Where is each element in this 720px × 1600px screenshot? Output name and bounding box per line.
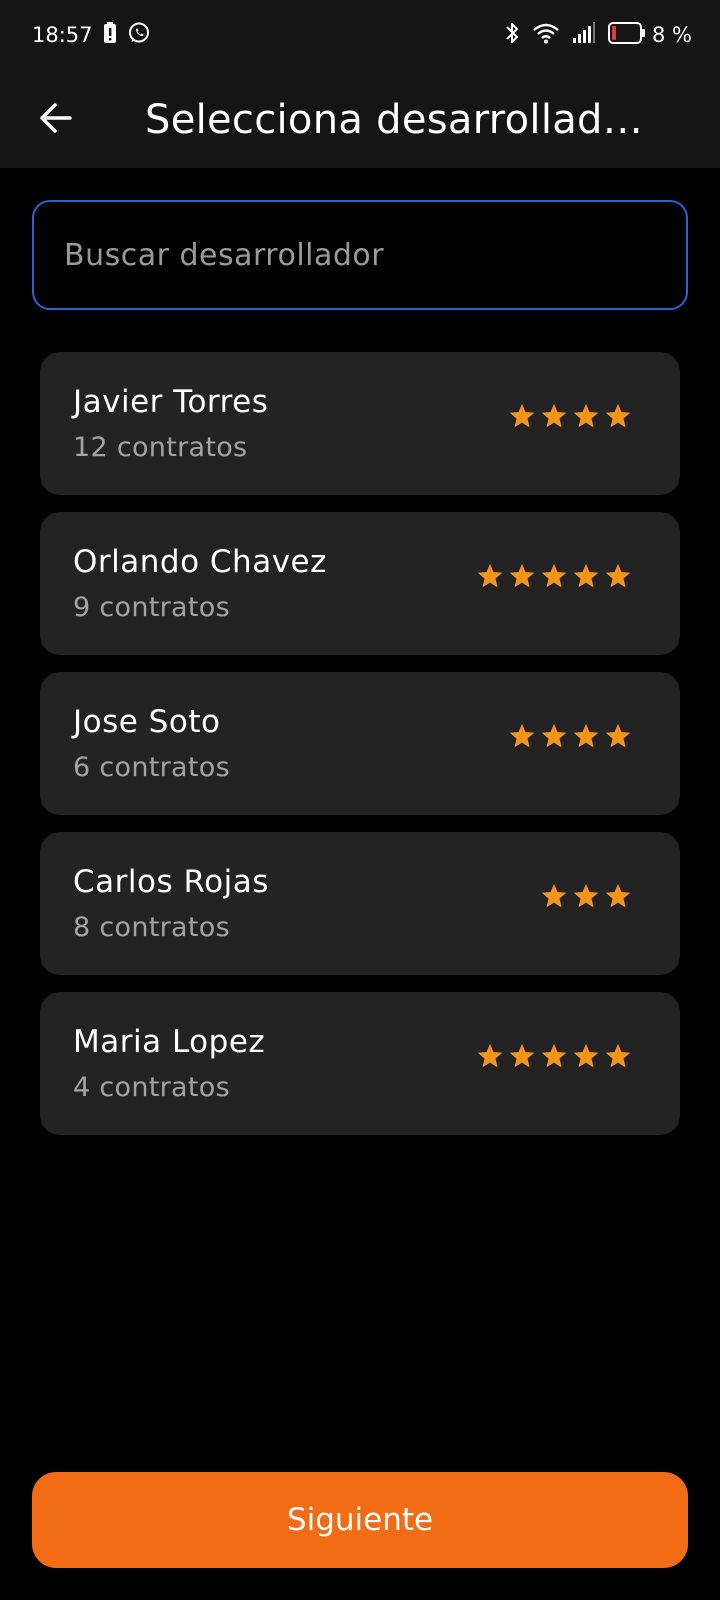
developer-card[interactable]: Carlos Rojas 8 contratos [40,832,680,975]
bluetooth-icon [504,21,520,50]
status-right: 8 % [504,21,692,50]
star-icon [509,723,535,748]
star-icon [605,1043,631,1068]
arrow-back-icon [36,98,76,142]
signal-icon [572,21,596,49]
status-bar: 18:57 8 % [0,0,720,70]
developer-card[interactable]: Jose Soto 6 contratos [40,672,680,815]
search-box[interactable] [32,200,688,310]
star-icon [541,1043,567,1068]
battery-icon [608,21,646,49]
developer-contracts: 12 contratos [73,432,248,463]
rating-stars [508,722,632,750]
developer-name: Jose Soto [73,704,221,740]
star-icon [477,563,503,588]
whatsapp-icon [127,21,151,50]
wifi-icon [532,21,560,50]
developer-contracts: 9 contratos [73,592,230,623]
developer-name: Javier Torres [73,384,269,420]
search-input[interactable] [34,202,686,308]
developer-card[interactable]: Orlando Chavez 9 contratos [40,512,680,655]
star-icon [509,403,535,428]
rating-stars [476,562,632,590]
rating-stars [540,882,632,910]
star-icon [573,403,599,428]
star-icon [605,563,631,588]
star-icon [573,723,599,748]
battery-alert-icon [103,21,117,49]
rating-stars [476,1042,632,1070]
star-icon [605,403,631,428]
star-icon [573,883,599,908]
developer-name: Maria Lopez [73,1024,266,1060]
next-button[interactable]: Siguiente [32,1472,688,1568]
page-title: Selecciona desarrollad… [145,97,644,143]
star-icon [541,563,567,588]
star-icon [477,1043,503,1068]
developer-contracts: 8 contratos [73,912,230,943]
star-icon [573,1043,599,1068]
star-icon [541,723,567,748]
star-icon [509,563,535,588]
star-icon [509,1043,535,1068]
battery-percent: 8 % [652,23,692,47]
star-icon [541,883,567,908]
status-time: 18:57 [32,23,93,47]
back-button[interactable] [26,90,86,150]
developer-contracts: 6 contratos [73,752,230,783]
star-icon [541,403,567,428]
battery-indicator: 8 % [608,21,692,49]
star-icon [605,883,631,908]
star-icon [605,723,631,748]
developer-card[interactable]: Javier Torres 12 contratos [40,352,680,495]
status-left: 18:57 [32,21,151,50]
developer-contracts: 4 contratos [73,1072,230,1103]
developer-name: Orlando Chavez [73,544,327,580]
developer-name: Carlos Rojas [73,864,269,900]
developer-card[interactable]: Maria Lopez 4 contratos [40,992,680,1135]
app-bar: Selecciona desarrollad… [0,70,720,168]
rating-stars [508,402,632,430]
star-icon [573,563,599,588]
developer-list: Javier Torres 12 contratos Orlando Chave… [40,352,680,1135]
